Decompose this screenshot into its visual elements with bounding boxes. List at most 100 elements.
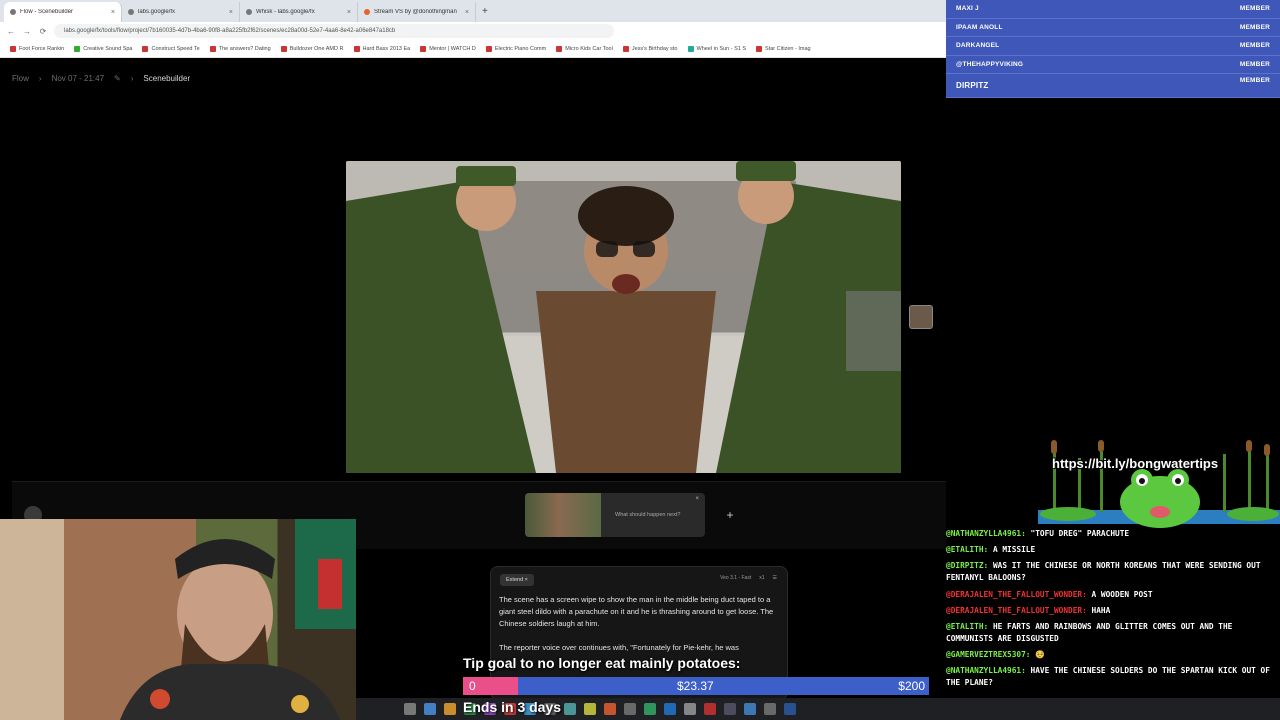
- taskbar-app-icon[interactable]: [664, 703, 676, 715]
- taskbar-app-icon[interactable]: [724, 703, 736, 715]
- member-name: @THEHAPPYVIKING: [956, 60, 1024, 68]
- breadcrumb-project[interactable]: Nov 07 - 21:47: [52, 74, 104, 83]
- tip-goal-start: 0: [469, 679, 476, 693]
- tab-favicon-icon: [128, 9, 134, 15]
- bookmark-icon: [209, 45, 216, 52]
- taskbar-app-icon[interactable]: [744, 703, 756, 715]
- chat-message: @DERAJALEN_THE_FALLOUT_WONDER: A WOODEN …: [946, 589, 1280, 601]
- browser-tab-flow[interactable]: Flow - Scenebuilder ×: [4, 2, 122, 22]
- bookmark-item[interactable]: Foot Force Rankin: [10, 45, 64, 52]
- close-icon[interactable]: ×: [525, 577, 528, 583]
- close-icon[interactable]: ×: [465, 9, 469, 16]
- bookmark-item[interactable]: Construct Speed Te: [142, 45, 200, 52]
- tab-favicon-icon: [246, 9, 252, 15]
- browser-tab-stream[interactable]: Stream VS by @donothingman ×: [358, 2, 476, 22]
- extend-chip[interactable]: Extend ×: [500, 574, 534, 586]
- timeline-clip[interactable]: What should happen next? ×: [525, 493, 705, 537]
- edit-icon[interactable]: ✎: [114, 74, 121, 83]
- chat-text: HE FARTS AND RAINBOWS AND GLITTER COMES …: [946, 621, 1233, 643]
- close-icon[interactable]: ×: [347, 9, 351, 16]
- close-icon[interactable]: ×: [229, 9, 233, 16]
- address-bar: ← → ⟳ labs.google/fx/tools/flow/project/…: [0, 22, 946, 40]
- close-icon[interactable]: ×: [695, 496, 699, 502]
- taskbar-app-icon[interactable]: [604, 703, 616, 715]
- member-role: MEMBER: [1239, 23, 1270, 31]
- bookmark-icon: [10, 45, 16, 52]
- frog-banner: [1038, 440, 1280, 530]
- taskbar-app-icon[interactable]: [584, 703, 596, 715]
- taskbar-app-icon[interactable]: [564, 703, 576, 715]
- chat-username: @DERAJALEN_THE_FALLOUT_WONDER:: [946, 589, 1087, 599]
- add-clip-button[interactable]: +: [718, 503, 742, 527]
- tab-label: Whisk - labs.google/fx: [256, 9, 315, 15]
- bookmark-item[interactable]: Electric Piano Comm: [485, 45, 546, 52]
- bookmark-icon: [353, 45, 360, 52]
- tip-goal-ends: Ends in 3 days: [463, 699, 562, 715]
- bookmark-icon: [556, 45, 563, 52]
- model-selector[interactable]: Veo 3.1 - Fast x1 ☰: [720, 575, 777, 581]
- bookmark-icon: [687, 45, 694, 52]
- bookmark-item[interactable]: Jess's Birthday sto: [622, 45, 678, 52]
- back-icon[interactable]: ←: [6, 27, 16, 36]
- reload-icon[interactable]: ⟳: [38, 27, 48, 36]
- taskbar-app-icon[interactable]: [784, 703, 796, 715]
- bookmark-item[interactable]: Creative Sound Spa: [74, 45, 132, 52]
- bookmark-item[interactable]: The answers? Dating: [209, 45, 271, 52]
- tab-favicon-icon: [364, 9, 370, 15]
- taskbar-app-icon[interactable]: [424, 703, 436, 715]
- chat-message: @DERAJALEN_THE_FALLOUT_WONDER: HAHA: [946, 605, 1280, 617]
- bookmark-item[interactable]: Micro Kids Car Tool: [556, 45, 613, 52]
- taskbar-app-icon[interactable]: [684, 703, 696, 715]
- member-role: MEMBER: [1239, 5, 1270, 13]
- bookmark-icon: [280, 45, 287, 52]
- tab-label: labs.google/fx: [138, 9, 176, 15]
- browser-tab-whisk[interactable]: Whisk - labs.google/fx ×: [240, 2, 358, 22]
- chip-label: Extend: [506, 577, 524, 583]
- chat-text: WAS IT THE CHINESE OR NORTH KOREANS THAT…: [946, 561, 1261, 583]
- chat-message: @NATHANZYLLA4961: HAVE THE CHINESE SOLDE…: [946, 665, 1280, 689]
- chat-message: @NATHANZYLLA4961: "TOFU DREG" PARACHUTE: [946, 528, 1280, 540]
- tip-goal-current: $23.37: [677, 679, 714, 693]
- bookmark-icon: [142, 45, 149, 52]
- bookmark-item[interactable]: Bulldozer One AMD R: [280, 45, 344, 52]
- forward-icon[interactable]: →: [22, 27, 32, 36]
- clip-thumbnail: [525, 493, 601, 537]
- bookmark-item[interactable]: Wheel in Sun - S1 S: [687, 45, 746, 52]
- member-name: DARKANGEL: [956, 42, 1000, 50]
- bookmark-item[interactable]: Mentor | WATCH D: [420, 45, 476, 52]
- bookmark-icon: [756, 45, 763, 52]
- prompt-text-2: The reporter voice over continues with, …: [499, 643, 739, 652]
- member-list: MAXI J MEMBER IPAAM ANOLL MEMBER DARKANG…: [946, 0, 1280, 98]
- model-name: Veo 3.1 - Fast: [720, 575, 752, 581]
- url-field[interactable]: labs.google/fx/tools/flow/project/7b1600…: [54, 24, 614, 38]
- chat-feed: @NATHANZYLLA4961: "TOFU DREG" PARACHUTE …: [946, 528, 1280, 720]
- taskbar-app-icon[interactable]: [444, 703, 456, 715]
- member-row: MAXI J MEMBER: [946, 0, 1280, 19]
- member-name: DIRPITZ: [956, 81, 989, 90]
- taskbar-app-icon[interactable]: [624, 703, 636, 715]
- scene-thumbnail[interactable]: [909, 305, 933, 329]
- bookmark-item[interactable]: Star Citizen - Imag: [756, 45, 811, 52]
- settings-icon[interactable]: ☰: [773, 575, 777, 581]
- next-prompt-placeholder[interactable]: What should happen next?: [601, 512, 680, 518]
- bookmark-item[interactable]: Hard Bass 2013 Ea: [353, 45, 410, 52]
- close-icon[interactable]: ×: [111, 9, 115, 16]
- video-preview[interactable]: [346, 161, 901, 473]
- breadcrumb-root[interactable]: Flow: [12, 74, 29, 83]
- new-tab-button[interactable]: +: [476, 2, 494, 22]
- banner-url: https://bit.ly/bongwatertips: [1052, 456, 1219, 471]
- member-row: @THEHAPPYVIKING MEMBER: [946, 55, 1280, 74]
- member-name: IPAAM ANOLL: [956, 23, 1003, 31]
- browser-tab-labs[interactable]: labs.google/fx ×: [122, 2, 240, 22]
- taskbar-app-icon[interactable]: [764, 703, 776, 715]
- chat-message: @GAMERVEZTREX5307: 🥺: [946, 649, 1280, 661]
- taskbar-app-icon[interactable]: [644, 703, 656, 715]
- bookmark-icon: [74, 45, 81, 52]
- video-frame-image: [346, 161, 901, 473]
- taskbar-app-icon[interactable]: [704, 703, 716, 715]
- taskbar-app-icon[interactable]: [404, 703, 416, 715]
- chat-text: 🥺: [1035, 650, 1045, 660]
- output-count: x1: [759, 575, 765, 581]
- tip-goal-bar: 0 $23.37 $200: [463, 677, 929, 695]
- bookmarks-bar: Foot Force Rankin Creative Sound Spa Con…: [0, 40, 946, 58]
